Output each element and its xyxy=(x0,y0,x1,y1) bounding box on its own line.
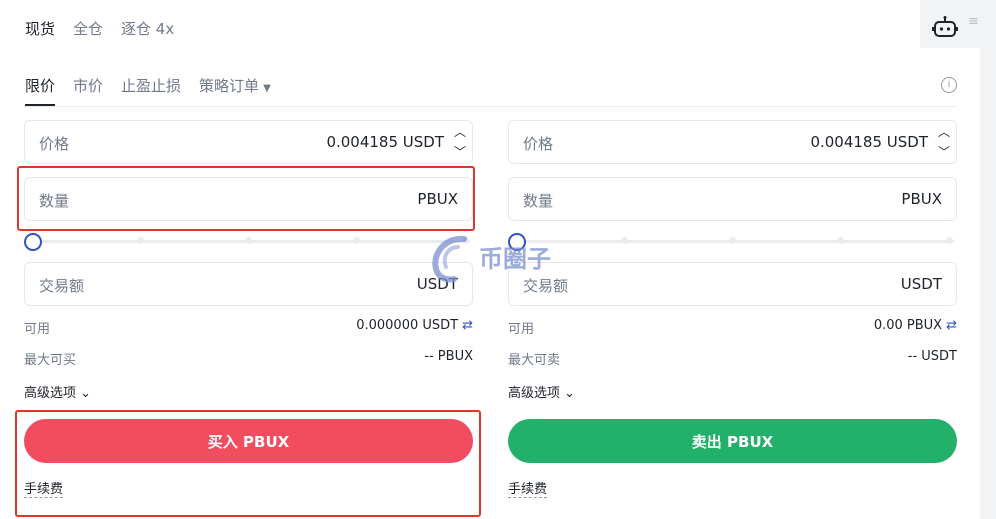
buy-available-label: 可用 xyxy=(24,322,51,337)
chevron-down-icon: ⌄ xyxy=(564,386,576,401)
buy-advanced-options[interactable]: 高级选项 ⌄ xyxy=(24,382,91,401)
chevron-up-icon[interactable]: ︿ xyxy=(934,123,954,141)
sell-price-field[interactable]: 价格 0.004185 USDT ︿ ﹀ xyxy=(508,120,957,164)
sell-amount-field[interactable]: 交易额 USDT xyxy=(508,262,957,306)
swap-icon[interactable]: ⇄ xyxy=(946,318,957,333)
sell-quantity-field[interactable]: 数量 PBUX xyxy=(508,177,957,221)
tab-market[interactable]: 市价 xyxy=(73,75,103,106)
chevron-down-icon: ⌄ xyxy=(80,386,92,401)
chevron-down-icon[interactable]: ﹀ xyxy=(450,143,470,161)
buy-max-value: -- PBUX xyxy=(424,349,473,364)
swap-icon[interactable]: ⇄ xyxy=(462,318,473,333)
margin-mode-tabs: 现货 全仓 逐仓 4x xyxy=(25,18,174,39)
buy-price-label: 价格 xyxy=(39,135,70,153)
sell-available-label: 可用 xyxy=(508,322,535,337)
sell-button[interactable]: 卖出 PBUX xyxy=(508,419,957,463)
buy-price-value[interactable]: 0.004185 USDT xyxy=(326,133,444,151)
menu-icon[interactable]: ≡ xyxy=(968,14,979,29)
buy-quantity-field[interactable]: 数量 PBUX xyxy=(24,177,473,221)
tab-strategy-label: 策略订单 xyxy=(199,77,260,95)
sell-price-value[interactable]: 0.004185 USDT xyxy=(810,133,928,151)
tab-strategy[interactable]: 策略订单 ▼ xyxy=(199,75,271,106)
buy-fee-label[interactable]: 手续费 xyxy=(24,478,64,498)
sell-percent-slider[interactable] xyxy=(508,233,957,251)
sell-price-stepper: ︿ ﹀ xyxy=(934,123,954,161)
sell-max-value: -- USDT xyxy=(907,349,957,364)
sell-advanced-label: 高级选项 xyxy=(508,386,561,401)
buy-amount-field[interactable]: 交易额 USDT xyxy=(24,262,473,306)
buy-percent-slider[interactable] xyxy=(24,233,473,251)
sell-quantity-label: 数量 xyxy=(523,192,554,210)
sell-fee-label[interactable]: 手续费 xyxy=(508,478,548,498)
slider-stop-25[interactable] xyxy=(137,237,144,244)
buy-quantity-unit: PBUX xyxy=(417,190,458,208)
tab-limit[interactable]: 限价 xyxy=(25,75,56,106)
buy-amount-label: 交易额 xyxy=(39,277,85,295)
slider-stop-50[interactable] xyxy=(729,237,736,244)
slider-stop-25[interactable] xyxy=(621,237,628,244)
sell-max-label: 最大可卖 xyxy=(508,353,561,368)
slider-stop-75[interactable] xyxy=(837,237,844,244)
tabs-divider xyxy=(25,106,957,107)
slider-stop-100[interactable] xyxy=(946,237,953,244)
slider-stop-50[interactable] xyxy=(245,237,252,244)
side-strip xyxy=(980,0,996,519)
info-icon[interactable]: i xyxy=(941,77,957,93)
watermark-emblem xyxy=(432,235,467,283)
slider-stop-75[interactable] xyxy=(353,237,360,244)
tab-cross[interactable]: 全仓 xyxy=(73,18,103,39)
buy-available-value: 0.000000 USDT xyxy=(356,318,459,333)
sell-price-label: 价格 xyxy=(523,135,554,153)
order-type-tabs: 限价 市价 止盈止损 策略订单 ▼ xyxy=(25,75,271,106)
chevron-down-icon[interactable]: ﹀ xyxy=(934,143,954,161)
tab-tp-sl[interactable]: 止盈止损 xyxy=(121,75,181,106)
buy-advanced-label: 高级选项 xyxy=(24,386,77,401)
sell-quantity-unit: PBUX xyxy=(901,190,942,208)
slider-handle[interactable] xyxy=(24,233,42,251)
watermark-text: 币圈子 xyxy=(479,245,551,273)
sell-advanced-options[interactable]: 高级选项 ⌄ xyxy=(508,382,575,401)
buy-button[interactable]: 买入 PBUX xyxy=(24,419,473,463)
sell-available-value: 0.00 PBUX xyxy=(873,318,943,333)
caret-down-icon: ▼ xyxy=(263,83,271,94)
chevron-up-icon[interactable]: ︿ xyxy=(450,123,470,141)
buy-price-stepper: ︿ ﹀ xyxy=(450,123,470,161)
robot-icon[interactable] xyxy=(932,15,958,39)
tab-spot[interactable]: 现货 xyxy=(25,18,55,39)
buy-quantity-label: 数量 xyxy=(39,192,70,210)
tab-isolated[interactable]: 逐仓 4x xyxy=(121,18,174,39)
sell-amount-unit: USDT xyxy=(900,275,942,293)
buy-max-label: 最大可买 xyxy=(24,353,77,368)
buy-price-field[interactable]: 价格 0.004185 USDT ︿ ﹀ xyxy=(24,120,473,164)
watermark-logo: 币圈子 xyxy=(424,229,574,285)
